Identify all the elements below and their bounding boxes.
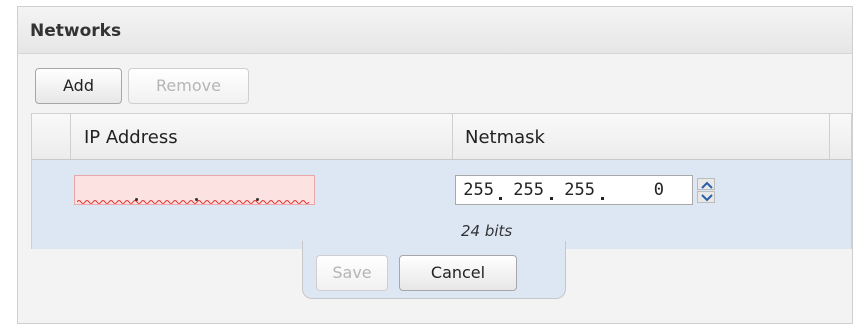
cancel-button[interactable]: Cancel: [399, 255, 517, 291]
netmask-octet-3[interactable]: 255: [557, 178, 595, 202]
netmask-bits-hint: 24 bits: [461, 222, 513, 240]
netmask-octet-1[interactable]: 255: [460, 178, 494, 202]
ip-octet-separator: [195, 198, 198, 201]
column-separator: [70, 114, 71, 159]
netmask-octet-separator: [499, 197, 502, 200]
spinner-down-button[interactable]: [697, 191, 715, 203]
netmask-spinner: [697, 178, 717, 204]
netmask-octet-separator: [601, 197, 604, 200]
ip-octet-separator: [256, 198, 259, 201]
chevron-down-icon: [701, 194, 713, 202]
column-separator: [452, 114, 453, 159]
row-editor-buttons: Save Cancel: [302, 241, 566, 299]
toolbar: Add Remove: [18, 68, 852, 112]
networks-grid: IP Address Netmask 255 255 255 0 24 bits: [31, 113, 852, 249]
grid-header: IP Address Netmask: [32, 114, 851, 160]
column-separator: [829, 114, 830, 159]
table-row: 255 255 255 0 24 bits: [32, 160, 851, 249]
spinner-up-button[interactable]: [697, 178, 715, 190]
panel-header: Networks: [18, 7, 852, 54]
netmask-field[interactable]: 255 255 255 0: [455, 175, 715, 205]
chevron-up-icon: [701, 181, 713, 189]
networks-panel: Networks Add Remove IP Address Netmask 2…: [17, 6, 853, 324]
netmask-octet-2[interactable]: 255: [506, 178, 544, 202]
netmask-octet-separator: [550, 197, 553, 200]
column-header-ip-address[interactable]: IP Address: [84, 127, 178, 148]
column-header-netmask[interactable]: Netmask: [465, 127, 545, 148]
save-button[interactable]: Save: [316, 255, 388, 291]
remove-button[interactable]: Remove: [128, 68, 249, 104]
ip-address-input[interactable]: [74, 175, 315, 205]
spellcheck-underline: [77, 200, 310, 204]
netmask-octet-4[interactable]: 0: [608, 178, 664, 202]
panel-title: Networks: [30, 21, 122, 41]
add-button[interactable]: Add: [35, 68, 122, 104]
ip-octet-separator: [135, 198, 138, 201]
